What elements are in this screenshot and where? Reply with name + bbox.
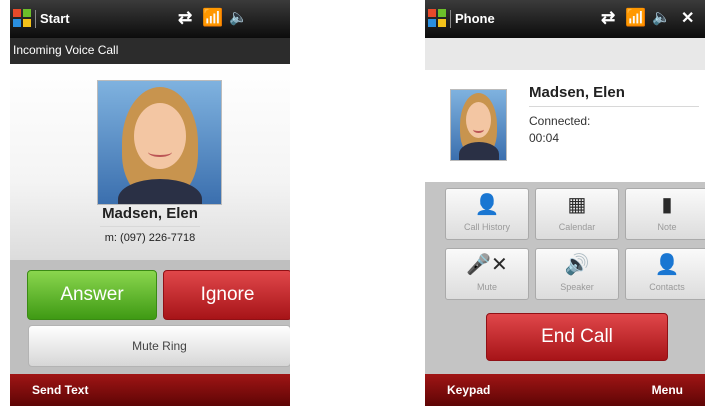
call-history-button[interactable]: 👤 Call History (445, 188, 529, 240)
sync-icon: ⇄ (178, 8, 196, 27)
title-bar: Start ⇄ 📶 🔈 (10, 0, 290, 38)
note-label: Note (657, 222, 677, 232)
caller-name: Madsen, Elen (529, 84, 625, 101)
ignore-button[interactable]: Ignore (163, 270, 290, 320)
caller-photo (450, 89, 507, 161)
close-icon[interactable]: ✕ (681, 8, 697, 28)
softkey-bar: Keypad Menu (425, 374, 705, 406)
softkey-menu[interactable]: Menu (652, 383, 683, 397)
mute-icon: 🎤✕ (466, 254, 508, 276)
call-history-icon: 👤 (474, 194, 500, 216)
calendar-icon: ▦ (567, 194, 587, 216)
title-separator (35, 10, 36, 28)
contacts-icon: 👤 (654, 254, 680, 276)
contacts-button[interactable]: 👤 Contacts (625, 248, 705, 300)
sync-icon: ⇄ (601, 8, 619, 27)
header-band (425, 38, 705, 70)
speaker-button[interactable]: 🔊 Speaker (535, 248, 619, 300)
signal-icon: 📶 (625, 8, 650, 27)
call-timer: 00:04 (529, 131, 560, 145)
softkey-send-text[interactable]: Send Text (32, 383, 88, 397)
speaker-icon[interactable]: 🔈 (652, 8, 674, 26)
app-title: Start (40, 11, 70, 26)
call-type-header: Incoming Voice Call (10, 38, 290, 64)
note-button[interactable]: ▮ Note (625, 188, 705, 240)
signal-icon: 📶 (202, 8, 227, 27)
softkey-bar: Send Text (10, 374, 290, 406)
end-call-button[interactable]: End Call (486, 313, 668, 361)
mute-button[interactable]: 🎤✕ Mute (445, 248, 529, 300)
title-separator (450, 10, 451, 28)
call-status: Connected: (529, 114, 591, 128)
call-history-label: Call History (463, 222, 510, 232)
start-icon[interactable] (428, 9, 447, 28)
contacts-label: Contacts (649, 282, 685, 292)
app-title: Phone (455, 11, 495, 26)
mute-label: Mute (476, 282, 497, 292)
speaker-icon[interactable]: 🔈 (229, 8, 251, 26)
start-icon[interactable] (13, 9, 32, 28)
softkey-keypad[interactable]: Keypad (447, 383, 490, 397)
caller-name: Madsen, Elen (102, 205, 198, 222)
calendar-button[interactable]: ▦ Calendar (535, 188, 619, 240)
mute-ring-button[interactable]: Mute Ring (28, 325, 290, 367)
divider (529, 106, 699, 107)
speaker-label: Speaker (560, 282, 594, 292)
call-type-label: Incoming Voice Call (13, 43, 119, 57)
active-call-screen: Phone ⇄ 📶 🔈 ✕ Madsen, Elen Connected: 00… (425, 0, 705, 406)
speaker-icon: 🔊 (564, 254, 590, 276)
calendar-label: Calendar (558, 222, 596, 232)
note-icon: ▮ (661, 194, 673, 216)
title-bar: Phone ⇄ 📶 🔈 ✕ (425, 0, 705, 38)
caller-number: m: (097) 226-7718 (104, 232, 196, 244)
caller-photo (97, 80, 222, 205)
incoming-call-screen: Start ⇄ 📶 🔈 Incoming Voice Call Madsen, … (10, 0, 290, 406)
answer-button[interactable]: Answer (27, 270, 157, 320)
divider (100, 226, 200, 227)
